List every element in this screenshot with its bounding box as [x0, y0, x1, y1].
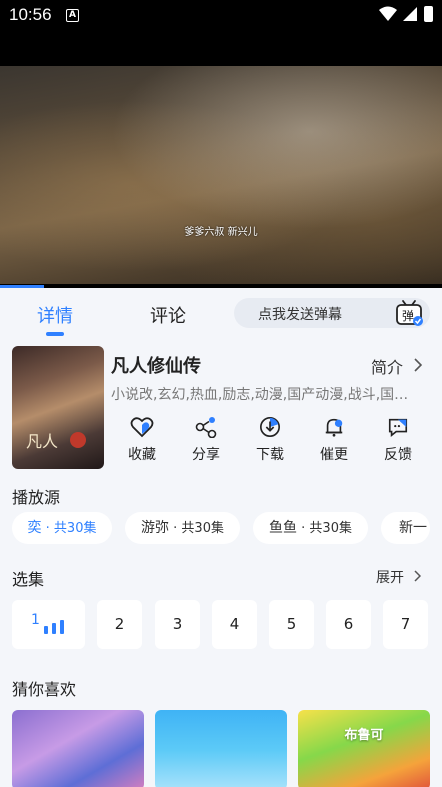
notification-a-icon: A	[66, 9, 79, 22]
bell-icon	[325, 418, 343, 437]
tab-active-indicator	[46, 332, 64, 336]
favorite-label: 收藏	[128, 447, 156, 463]
download-button[interactable]: 下载	[248, 416, 292, 464]
wifi-icon	[379, 6, 397, 21]
heart-icon	[130, 417, 154, 438]
status-bar: 10:56 A	[0, 0, 442, 32]
episode-button[interactable]: 5	[269, 600, 314, 649]
chevron-right-icon[interactable]	[414, 358, 422, 372]
recommend-section-title: 猜你喜欢	[12, 680, 77, 699]
episodes-expand-link[interactable]: 展开	[376, 567, 404, 587]
source-item[interactable]: 奕 · 共30集	[12, 512, 112, 544]
remind-label: 催更	[320, 447, 348, 463]
playing-bars-icon	[44, 620, 64, 634]
episode-button[interactable]: 7	[383, 600, 428, 649]
source-item[interactable]: 新一	[381, 512, 430, 544]
favorite-button[interactable]: 收藏	[120, 416, 164, 464]
episodes-section-title: 选集	[12, 570, 45, 589]
signal-icon	[403, 7, 417, 21]
tab-details[interactable]: 详情	[37, 302, 73, 328]
status-time: 10:56	[9, 5, 52, 24]
show-tags: 小说改,玄幻,热血,励志,动漫,国产动漫,战斗,国漫,古风	[111, 387, 421, 403]
share-icon	[195, 417, 217, 438]
recommend-card[interactable]	[12, 710, 144, 787]
battery-icon	[424, 6, 433, 22]
episode-button[interactable]: 3	[155, 600, 200, 649]
video-player[interactable]: 爹爹六叔 新兴儿	[0, 32, 442, 288]
intro-link[interactable]: 简介	[371, 354, 403, 378]
chevron-right-icon[interactable]	[414, 570, 421, 582]
remind-button[interactable]: 催更	[312, 416, 356, 464]
feedback-button[interactable]: 反馈	[376, 416, 420, 464]
show-poster[interactable]: 凡人	[12, 346, 104, 469]
poster-seal	[70, 432, 86, 448]
danmaku-placeholder: 点我发送弹幕	[258, 307, 342, 323]
download-label: 下载	[256, 447, 284, 463]
detail-sheet: 详情 评论 点我发送弹幕 弹 凡人 凡人修仙传 简介 小说改,玄幻,热血,励志,…	[0, 288, 442, 787]
episode-button[interactable]: 2	[97, 600, 142, 649]
download-icon	[260, 417, 280, 437]
feedback-label: 反馈	[384, 447, 412, 463]
recommend-card[interactable]	[155, 710, 287, 787]
tab-comments[interactable]: 评论	[150, 302, 186, 328]
video-frame	[0, 66, 442, 284]
video-subtitle: 爹爹六叔 新兴儿	[184, 227, 258, 238]
poster-title: 凡人	[26, 432, 59, 451]
recommend-card[interactable]: 布鲁可	[298, 710, 430, 787]
source-item[interactable]: 游弥 · 共30集	[125, 512, 240, 544]
episode-button-current[interactable]: 1	[12, 600, 85, 649]
danmaku-toggle-icon[interactable]: 弹	[394, 298, 424, 328]
share-button[interactable]: 分享	[184, 416, 228, 464]
danmaku-input[interactable]: 点我发送弹幕 弹	[234, 298, 430, 328]
episode-button[interactable]: 4	[212, 600, 257, 649]
show-title: 凡人修仙传	[111, 356, 201, 377]
episode-button[interactable]: 6	[326, 600, 371, 649]
feedback-icon	[388, 418, 408, 437]
source-section-title: 播放源	[12, 488, 61, 507]
svg-text:弹: 弹	[402, 309, 414, 323]
share-label: 分享	[192, 447, 220, 463]
source-item[interactable]: 鱼鱼 · 共30集	[253, 512, 368, 544]
